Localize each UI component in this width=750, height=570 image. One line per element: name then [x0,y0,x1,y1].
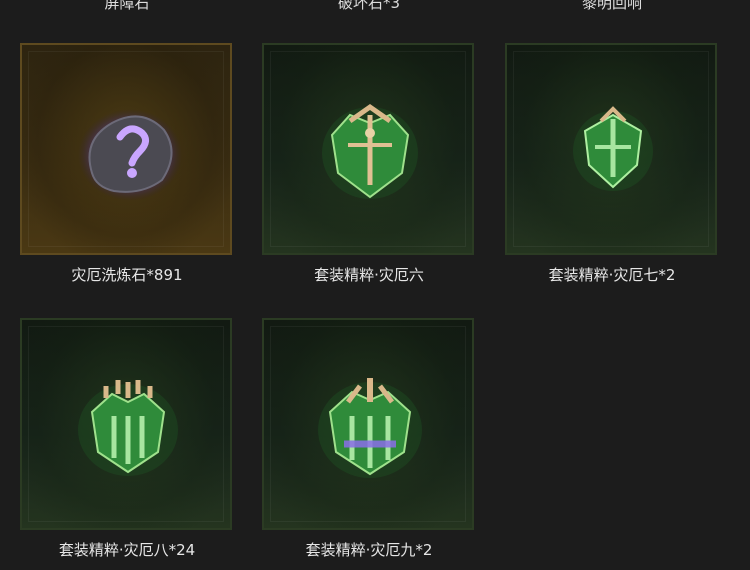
item-name: 套装精粹·灾厄七*2 [548,266,676,284]
item-slot-1[interactable]: 灾厄洗炼石*891 [20,43,234,285]
item-name: 灾厄洗炼石*891 [71,266,183,284]
set-essence-emblem-icon [78,380,178,476]
item-name: 套装精粹·灾厄八*24 [58,541,196,559]
set-essence-emblem-icon [322,103,418,199]
item-card[interactable] [20,43,232,255]
item-name: 套装精粹·灾厄九*2 [305,541,433,559]
item-card[interactable] [262,318,474,530]
item-slot-3[interactable]: 套装精粹·灾厄七*2 [505,43,719,285]
item-slot-2[interactable]: 套装精粹·灾厄六 [262,43,476,285]
item-card[interactable] [262,43,474,255]
item-slot-4[interactable]: 套装精粹·灾厄八*24 [20,318,234,560]
top-label-1: 屏障石 [104,0,150,12]
set-essence-emblem-icon [318,378,422,478]
set-essence-emblem-icon [573,106,653,191]
item-card[interactable] [20,318,232,530]
item-name: 套装精粹·灾厄六 [314,266,424,284]
cursed-reroll-stone-icon [78,109,182,201]
item-card[interactable] [505,43,717,255]
top-label-3: 黎明回响 [581,0,642,12]
top-label-2: 破坏石*3 [337,0,401,12]
item-slot-5[interactable]: 套装精粹·灾厄九*2 [262,318,476,560]
